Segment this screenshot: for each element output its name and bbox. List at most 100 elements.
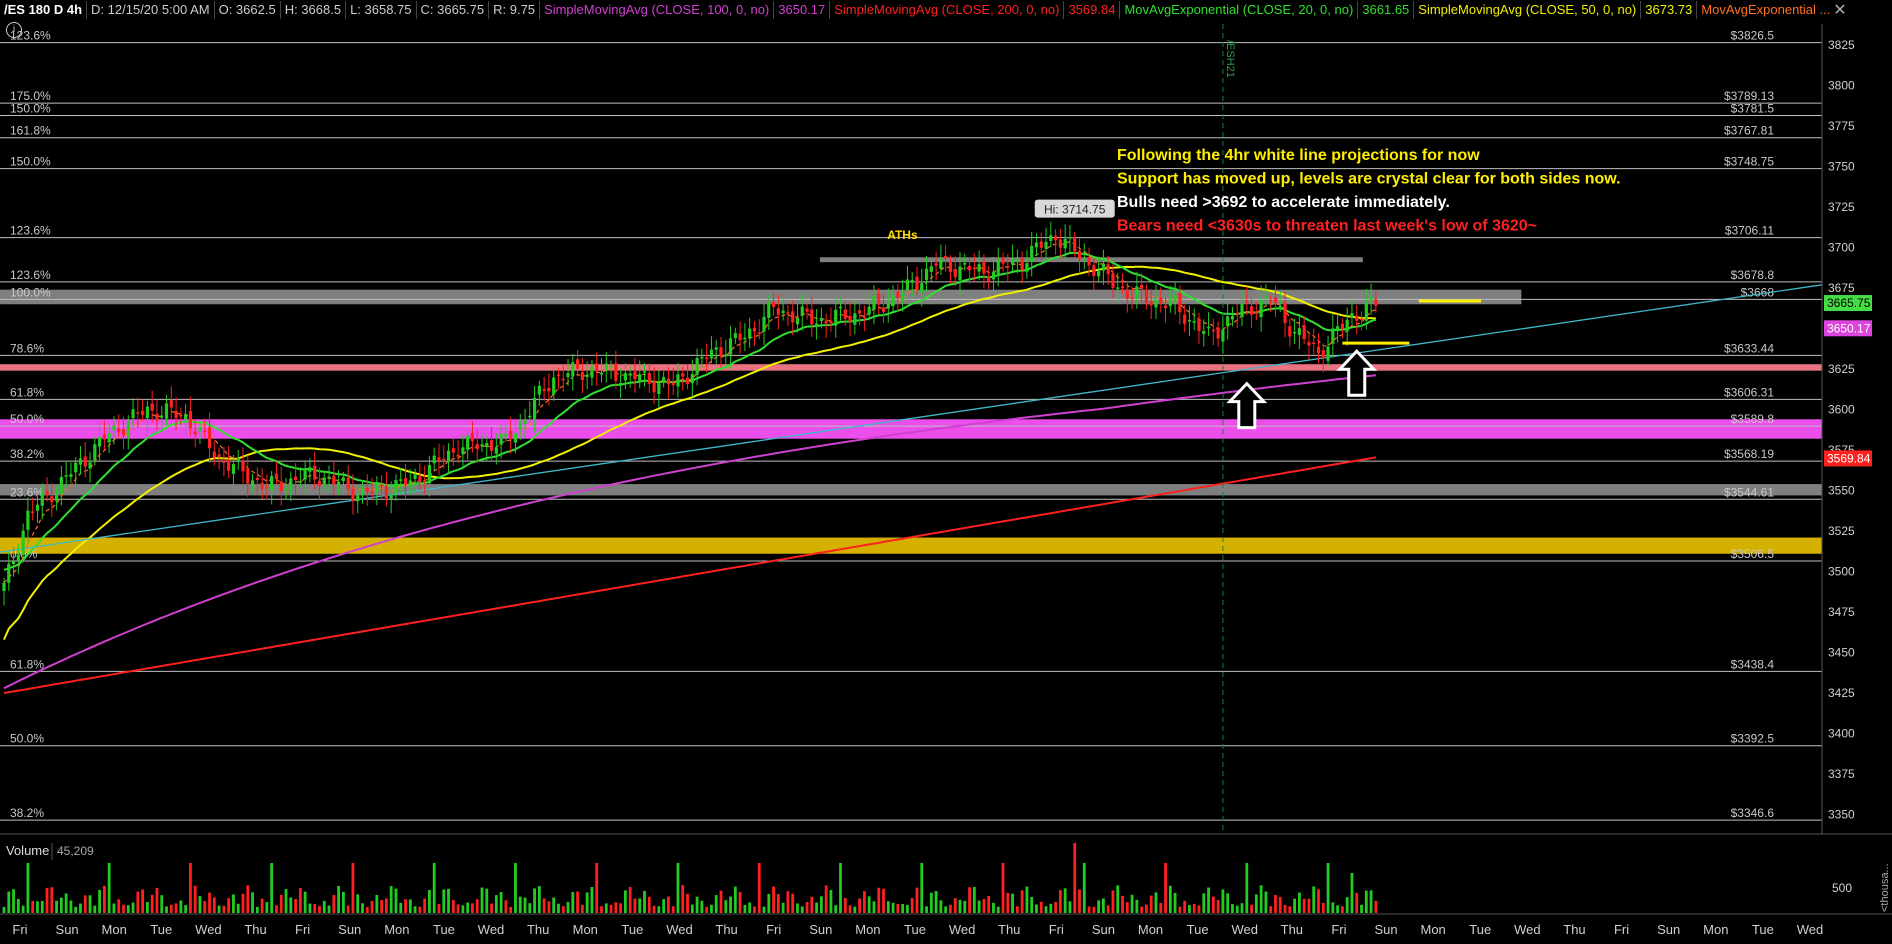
volume-bar (222, 905, 226, 913)
candle-body (958, 266, 962, 281)
volume-bar (1116, 885, 1120, 913)
candle-body (910, 279, 914, 283)
volume-bar (1283, 904, 1287, 913)
price-chart[interactable]: 123.6% $3826.5175.0% $3789.13150.0% $3781.5… (0, 0, 1892, 944)
candle-body (815, 323, 819, 327)
volume-bar (1197, 905, 1201, 913)
candle-body (399, 479, 403, 482)
volume-bar (714, 895, 718, 913)
volume-bar (146, 901, 149, 913)
volume-bar (2, 907, 6, 913)
time-tick-label: Tue (433, 922, 455, 937)
candle-body (193, 431, 197, 435)
volume-bar (1001, 863, 1005, 913)
candle-body (40, 492, 44, 506)
candle-body (1149, 301, 1153, 306)
candle-body (1264, 296, 1268, 299)
volume-bar (509, 906, 513, 913)
volume-bar (1226, 893, 1230, 913)
time-tick-label: Wed (478, 922, 505, 937)
fib-price-label: $3568.19 (1724, 447, 1774, 461)
fib-percent-label: 61.8% (10, 385, 44, 399)
candle-body (791, 311, 795, 323)
candle-body (1087, 257, 1091, 266)
volume-bar (428, 889, 431, 913)
volume-bar (647, 896, 651, 913)
volume-bar (251, 892, 254, 913)
candle-body (1230, 315, 1235, 320)
candle-body (733, 333, 737, 339)
volume-label: Volume (6, 843, 49, 858)
candle-body (776, 308, 780, 315)
candle-body (59, 476, 63, 494)
candle-body (74, 462, 78, 473)
volume-bar (31, 900, 35, 913)
candle-body (1283, 302, 1287, 323)
volume-bar (724, 900, 728, 913)
volume-bar (1097, 900, 1101, 913)
price-tick-label: 3350 (1828, 808, 1855, 822)
volume-bar (55, 900, 58, 913)
candle-body (45, 491, 49, 495)
volume-bar (1173, 892, 1177, 913)
volume-bar (1039, 901, 1043, 913)
price-tick-label: 3675 (1828, 281, 1855, 295)
volume-bar (863, 891, 866, 913)
volume-bar (504, 900, 508, 913)
volume-bar (891, 902, 895, 913)
volume-bar (45, 887, 49, 913)
volume-bar (471, 903, 474, 913)
volume-bar (93, 905, 97, 913)
volume-bar (36, 901, 39, 913)
volume-bar (944, 906, 948, 913)
time-tick-label: Tue (1187, 922, 1209, 937)
volume-bar (294, 899, 297, 913)
fib-percent-label: 100.0% (10, 285, 51, 299)
volume-bar (1035, 904, 1038, 913)
volume-bar (1211, 896, 1215, 913)
candle-body (1187, 320, 1192, 322)
volume-bar (557, 903, 560, 913)
candle-body (1020, 258, 1024, 271)
volume-bar (1231, 904, 1234, 913)
candle-body (1192, 321, 1196, 323)
volume-bar (705, 906, 709, 913)
volume-bar (107, 863, 111, 913)
volume-bar (1121, 895, 1124, 913)
candle-body (1073, 237, 1077, 252)
volume-bar (1192, 903, 1196, 913)
candle-body (781, 310, 785, 314)
candle-body (1336, 326, 1340, 332)
volume-bar (590, 887, 594, 913)
candle-body (78, 458, 83, 465)
volume-value: 45,209 (57, 844, 94, 858)
fib-percent-label: 123.6% (10, 224, 51, 238)
price-tick-label: 3775 (1828, 119, 1855, 133)
price-tick-label: 3750 (1828, 160, 1855, 174)
support-resistance-zones (0, 257, 1822, 554)
candle-body (1077, 250, 1082, 260)
candle-body (552, 377, 556, 395)
fib-percent-label: 38.2% (10, 806, 44, 820)
candle-body (332, 475, 336, 485)
volume-bar (1178, 906, 1182, 913)
volume-bar (776, 894, 780, 913)
candle-body (786, 312, 790, 314)
volume-bar (992, 902, 995, 913)
candle-body (666, 378, 671, 385)
volume-bar (566, 901, 570, 913)
candle-body (1221, 329, 1225, 342)
candle-body (757, 332, 761, 334)
volume-bar (542, 898, 546, 913)
time-tick-label: Fri (12, 922, 27, 937)
candle-body (599, 372, 604, 375)
fib-price-label: $3781.5 (1731, 102, 1775, 116)
volume-bar (729, 896, 732, 913)
candle-body (389, 494, 393, 499)
candle-body (1001, 257, 1005, 264)
volume-bar (456, 904, 460, 913)
candle-body (1097, 271, 1101, 277)
volume-bar (537, 886, 541, 913)
candle-body (322, 477, 326, 485)
volume-bar (858, 898, 862, 913)
